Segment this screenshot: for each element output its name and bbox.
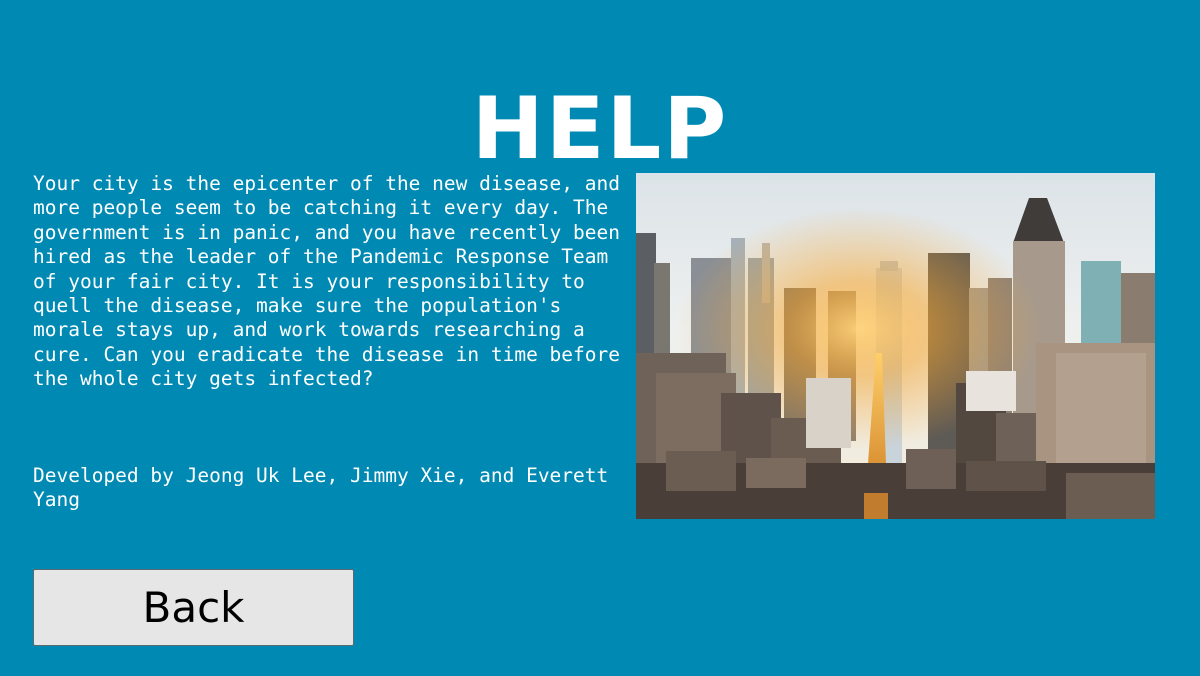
help-description: Your city is the epicenter of the new di…	[33, 172, 620, 391]
back-button[interactable]: Back	[33, 569, 354, 646]
city-skyline-image	[636, 173, 1155, 519]
page-title: HELP	[471, 78, 729, 179]
developer-credits: Developed by Jeong Uk Lee, Jimmy Xie, an…	[33, 464, 609, 512]
